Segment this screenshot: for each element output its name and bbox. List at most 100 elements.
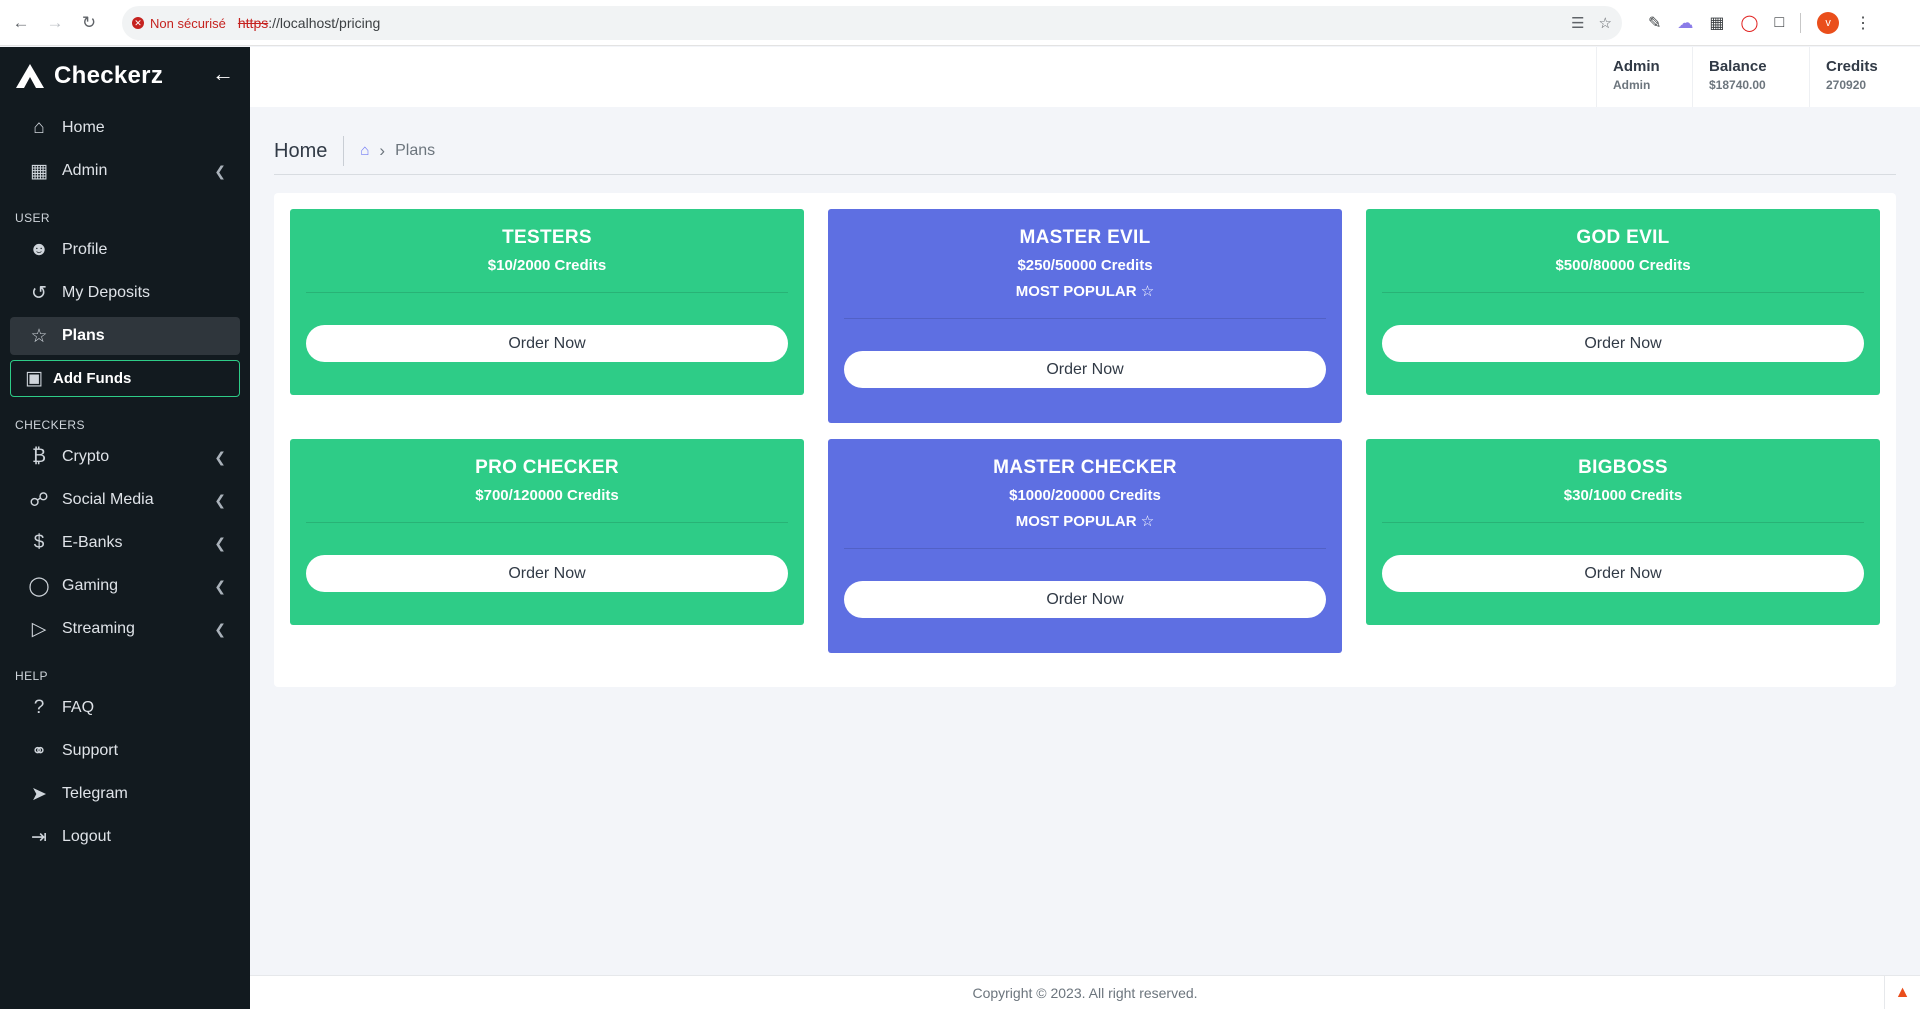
bookmark-star-icon[interactable]: ☆ [1599,14,1612,32]
chevron-left-icon: ❮ [214,162,226,179]
sidebar-item-plans[interactable]: ☆ Plans [10,317,240,355]
cloud-extension-icon[interactable]: ☁ [1677,13,1693,33]
credits-value: 270920 [1826,78,1867,92]
sidebar-item-label: FAQ [62,699,95,716]
sidebar-item-social-media[interactable]: ☍ Social Media ❮ [10,481,240,519]
brand-name: Checkerz [54,62,164,89]
sidebar-item-streaming[interactable]: ▷ Streaming ❮ [10,610,240,648]
home-icon: ⌂ [33,117,45,138]
history-icon: ↺ [31,282,47,304]
most-popular-badge: MOST POPULAR ☆ [1015,513,1155,530]
breadcrumb-current: Plans [395,141,436,159]
plans-panel: TESTERS $10/2000 Credits Order Now MASTE… [274,193,1896,687]
sidebar-item-gaming[interactable]: ◯ Gaming ❮ [10,567,240,605]
chevron-left-icon: ❮ [214,491,226,508]
sidebar-item-label: Home [62,119,105,136]
opera-extension-icon[interactable]: ◯ [1741,13,1759,33]
reload-icon[interactable]: ↻ [76,10,102,36]
plan-name: GOD EVIL [1576,227,1670,248]
plan-card-master-checker: MASTER CHECKER $1000/200000 Credits MOST… [828,439,1342,653]
sidebar-item-admin[interactable]: ▦ Admin ❮ [10,152,240,190]
chevron-left-icon: ❮ [214,620,226,637]
checkerz-logo-icon [16,64,44,88]
profile-avatar[interactable]: v [1817,12,1840,34]
user-account-box[interactable]: Admin Admin [1596,47,1692,107]
grid-icon: ▦ [30,160,48,182]
document-extension-icon[interactable]: ▦ [1709,13,1724,33]
add-funds-button[interactable]: ▣ Add Funds [10,360,240,397]
eyedropper-extension-icon[interactable]: ✎ [1648,13,1661,33]
translate-icon[interactable]: ☰ [1571,14,1584,32]
plan-name: BIGBOSS [1578,457,1668,478]
plan-price: $250/50000 Credits [1017,257,1153,274]
sidebar-item-e-banks[interactable]: $ E-Banks ❮ [10,524,240,562]
sidebar-item-logout[interactable]: ⇥ Logout [10,818,240,856]
forward-icon[interactable]: → [42,10,68,36]
extensions-puzzle-icon[interactable]: □ [1774,14,1784,32]
order-now-button[interactable]: Order Now [1382,555,1864,592]
gaming-icon: ◯ [28,575,50,597]
back-icon[interactable]: ← [8,10,34,36]
bitcoin-icon: ₿ [31,446,47,467]
page-header: Home ⌂ › Plans [274,127,1896,175]
order-now-button[interactable]: Order Now [844,581,1326,618]
sidebar: Checkerz ← ⌂ Home ▦ Admin ❮ USER ☻ Profi… [0,47,250,1009]
star-icon: ☆ [30,325,48,347]
security-chip[interactable]: ✕ Non sécurisé [132,16,238,31]
plan-name: MASTER CHECKER [993,457,1177,478]
sidebar-item-label: Admin [62,162,108,179]
user-icon: ☻ [29,239,49,260]
main-content: Home ⌂ › Plans TESTERS $10/2000 Credits … [250,107,1920,975]
sidebar-item-crypto[interactable]: ₿ Crypto ❮ [10,438,240,476]
user-role: Admin [1613,78,1651,92]
plan-price: $1000/200000 Credits [1009,487,1161,504]
sidebar-item-label: Add Funds [53,370,132,387]
plan-card-pro-checker: PRO CHECKER $700/120000 Credits Order No… [290,439,804,625]
plan-price: $30/1000 Credits [1563,487,1683,504]
sidebar-item-label: Social Media [62,491,154,508]
url-text[interactable]: https://localhost/pricing [238,15,380,31]
chevron-left-icon: ❮ [214,448,226,465]
order-now-button[interactable]: Order Now [306,555,788,592]
plan-card-testers: TESTERS $10/2000 Credits Order Now [290,209,804,395]
order-now-button[interactable]: Order Now [1382,325,1864,362]
credits-label: Credits [1826,58,1878,75]
sidebar-item-profile[interactable]: ☻ Profile [10,231,240,269]
balance-box: Balance $18740.00 [1692,47,1809,107]
page-title: Home [274,135,345,166]
breadcrumb-home-icon[interactable]: ⌂ [360,142,369,159]
address-bar[interactable]: ✕ Non sécurisé https://localhost/pricing… [122,6,1622,40]
sidebar-item-telegram[interactable]: ➤ Telegram [10,775,240,813]
copyright-text: Copyright © 2023. All right reserved. [972,985,1198,1001]
order-now-button[interactable]: Order Now [306,325,788,362]
browser-menu-icon[interactable]: ⋮ [1855,13,1871,33]
sidebar-item-label: E-Banks [62,534,123,551]
chevron-left-icon: ❮ [214,577,226,594]
section-heading-checkers: CHECKERS [15,418,85,432]
question-icon: ? [33,697,45,718]
browser-toolbar: ← → ↻ ✕ Non sécurisé https://localhost/p… [0,0,1920,46]
plan-card-god-evil: GOD EVIL $500/80000 Credits Order Now [1366,209,1880,395]
balance-value: $18740.00 [1709,78,1766,92]
sidebar-item-label: Gaming [62,577,119,594]
plan-name: PRO CHECKER [475,457,619,478]
collapse-sidebar-icon[interactable]: ← [212,61,234,87]
sidebar-item-label: Profile [62,241,108,258]
dollar-icon: $ [33,532,45,553]
chevron-left-icon: ❮ [214,534,226,551]
sidebar-item-label: My Deposits [62,284,151,301]
sidebar-item-faq[interactable]: ? FAQ [10,689,240,727]
order-now-button[interactable]: Order Now [844,351,1326,388]
sidebar-item-label: Telegram [62,785,128,802]
section-heading-help: HELP [15,669,48,683]
divider [844,318,1326,319]
sidebar-item-home[interactable]: ⌂ Home [10,109,240,147]
fire-icon[interactable]: ▲ [1884,976,1920,1009]
sidebar-item-my-deposits[interactable]: ↺ My Deposits [10,274,240,312]
divider [1382,522,1864,523]
sidebar-item-support[interactable]: ⚭ Support [10,732,240,770]
security-label: Non sécurisé [150,15,226,31]
chevron-right-icon: › [379,140,386,160]
sidebar-item-label: Crypto [62,448,110,465]
plan-card-master-evil: MASTER EVIL $250/50000 Credits MOST POPU… [828,209,1342,423]
